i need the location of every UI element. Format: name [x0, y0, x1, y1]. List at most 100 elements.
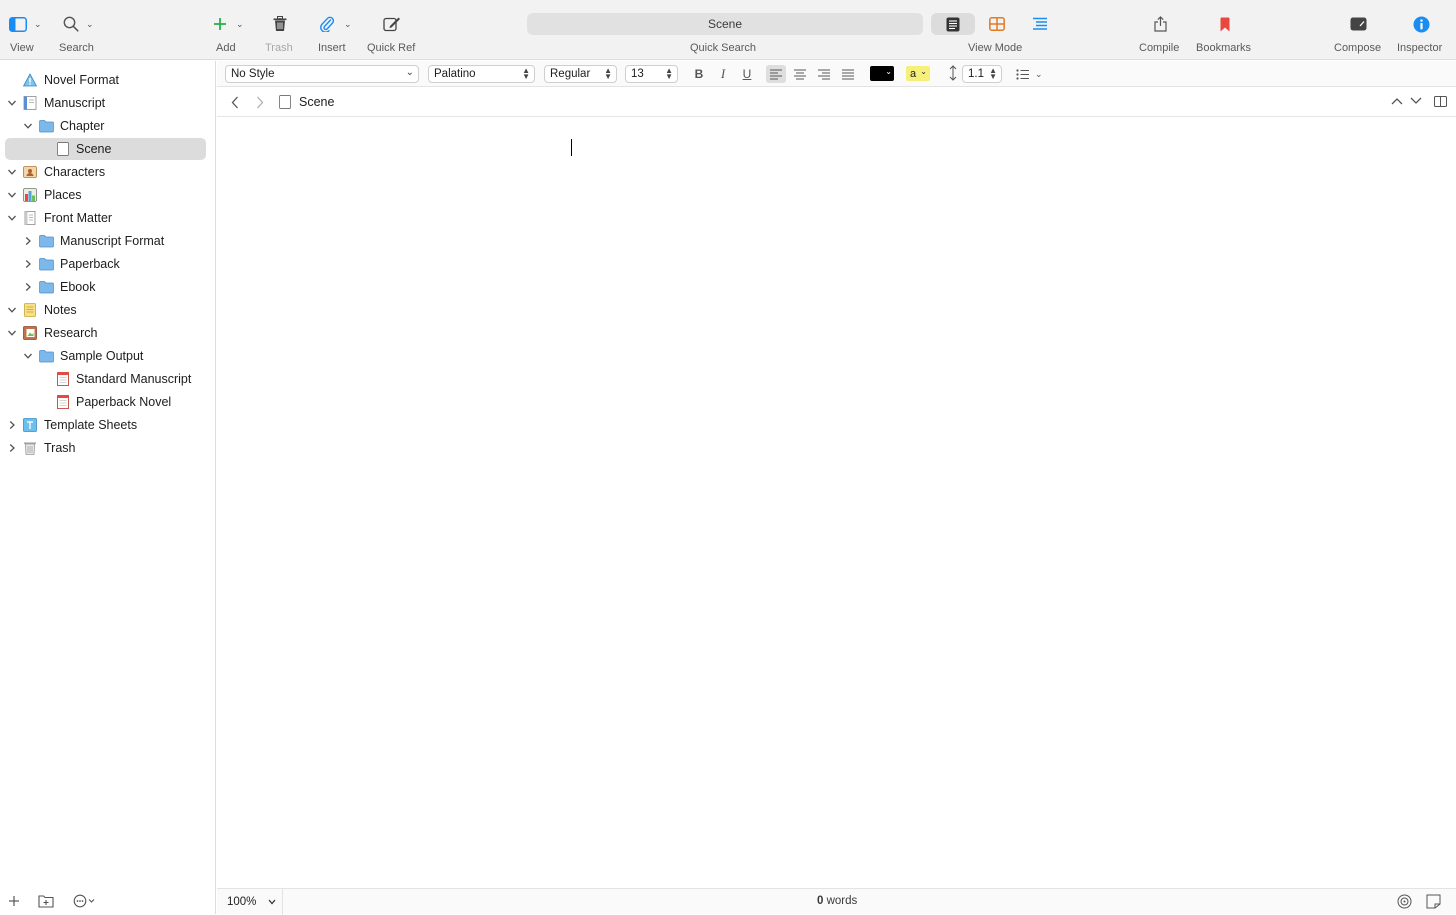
chevron-down-icon: ⌄	[344, 18, 352, 29]
back-arrow-icon[interactable]	[231, 96, 239, 109]
chevron-right-icon[interactable]	[6, 442, 18, 454]
chevron-right-icon[interactable]	[22, 281, 34, 293]
bookmarks-button[interactable]: Bookmarks	[1195, 0, 1255, 60]
binder-item-ebook[interactable]: Ebook	[0, 275, 216, 298]
chevron-down-icon[interactable]	[6, 97, 18, 109]
align-center-button[interactable]	[790, 65, 810, 83]
paragraph-style-value: No Style	[231, 68, 275, 80]
view-mode-outline-button[interactable]	[1018, 13, 1062, 35]
split-view-icon[interactable]	[1434, 96, 1447, 107]
align-left-button[interactable]	[766, 65, 786, 83]
paragraph-style-select[interactable]: No Style ⌄	[225, 65, 419, 83]
binder-item-label: Paperback Novel	[76, 394, 172, 409]
view-mode-corkboard-button[interactable]	[975, 13, 1019, 35]
document-icon	[57, 141, 69, 156]
binder-item-paperback[interactable]: Paperback	[0, 252, 216, 275]
binder-item-characters[interactable]: Characters	[0, 160, 216, 183]
binder-item-label: Sample Output	[60, 348, 144, 363]
chevron-down-icon[interactable]	[22, 350, 34, 362]
folder-icon	[39, 280, 54, 293]
word-count-value: 0	[817, 895, 824, 907]
line-spacing-select[interactable]: 1.1 ▲ ▼	[962, 65, 1002, 83]
italic-button[interactable]: I	[713, 65, 733, 83]
binder-item-label: Standard Manuscript	[76, 371, 192, 386]
align-justify-button[interactable]	[838, 65, 858, 83]
plus-icon	[214, 18, 226, 30]
note-comment-icon[interactable]	[1426, 894, 1441, 909]
text-color-button[interactable]: ⌄	[870, 66, 894, 81]
chevron-down-icon[interactable]	[6, 327, 18, 339]
binder-item-manuscript-format[interactable]: Manuscript Format	[0, 229, 216, 252]
chevron-up-icon[interactable]	[1391, 97, 1403, 105]
view-mode-document-button[interactable]	[931, 13, 975, 35]
search-label: Search	[59, 42, 94, 54]
underline-button[interactable]: U	[737, 65, 757, 83]
binder-item-sample-output[interactable]: Sample Output	[0, 344, 216, 367]
corkboard-icon	[989, 17, 1005, 31]
binder-item-novel-format[interactable]: Novel Format	[0, 68, 216, 91]
binder-item-front-matter[interactable]: Front Matter	[0, 206, 216, 229]
chevron-down-icon[interactable]	[6, 189, 18, 201]
chevron-down-icon[interactable]	[6, 212, 18, 224]
compile-button[interactable]: Compile	[1138, 0, 1184, 60]
binder-item-research[interactable]: Research	[0, 321, 216, 344]
stepper-arrows-icon: ▲ ▼	[522, 66, 530, 81]
binder-item-label: Scene	[76, 141, 112, 156]
binder-item-standard-manuscript[interactable]: Standard Manuscript	[0, 367, 216, 390]
chevron-right-icon[interactable]	[22, 235, 34, 247]
chevron-down-icon: ⌄	[1035, 68, 1043, 79]
characters-icon	[23, 165, 37, 178]
chevron-right-icon[interactable]	[22, 258, 34, 270]
binder-item-notes[interactable]: Notes	[0, 298, 216, 321]
font-size-select[interactable]: 13 ▲ ▼	[625, 65, 678, 83]
main-toolbar: ⌄ View ⌄ Search ⌄ Add Trash ⌄ Insert Qui…	[0, 0, 1456, 60]
binder-item-chapter[interactable]: Chapter	[0, 114, 216, 137]
chevron-down-icon[interactable]	[6, 304, 18, 316]
add-button[interactable]: ⌄ Add	[212, 0, 252, 60]
binder-item-places[interactable]: Places	[0, 183, 216, 206]
chevron-down-icon: ⌄	[34, 18, 42, 29]
zoom-select[interactable]: 100%	[217, 889, 283, 915]
view-button[interactable]: ⌄ View	[8, 0, 48, 60]
bulleted-list-icon	[1016, 68, 1029, 80]
add-folder-icon[interactable]	[38, 894, 54, 908]
zoom-value: 100%	[227, 896, 257, 908]
template-icon	[23, 417, 37, 432]
chevron-down-icon[interactable]	[6, 166, 18, 178]
bold-button[interactable]: B	[689, 65, 709, 83]
chevron-down-icon: ⌄	[236, 18, 244, 29]
word-count[interactable]: 0 words	[817, 895, 857, 907]
forward-arrow-icon[interactable]	[256, 96, 264, 109]
chevron-down-icon[interactable]	[1410, 97, 1422, 105]
font-weight-select[interactable]: Regular ▲ ▼	[544, 65, 617, 83]
document-title[interactable]: Scene	[299, 95, 334, 109]
chevron-down-icon: ⌄	[405, 67, 414, 78]
highlight-color-button[interactable]: a ⌄	[906, 66, 930, 81]
insert-button[interactable]: ⌄ Insert	[317, 0, 357, 60]
view-mode-label: View Mode	[968, 42, 1023, 54]
target-icon[interactable]	[1397, 894, 1412, 909]
research-icon	[23, 325, 37, 340]
chevron-right-icon[interactable]	[6, 419, 18, 431]
folder-icon	[39, 349, 54, 362]
binder-item-paperback-novel[interactable]: Paperback Novel	[0, 390, 216, 413]
search-button[interactable]: ⌄ Search	[58, 0, 102, 60]
list-style-button[interactable]: ⌄	[1016, 65, 1046, 83]
align-right-button[interactable]	[814, 65, 834, 83]
add-item-icon[interactable]	[8, 895, 20, 907]
highlight-glyph: a	[910, 67, 917, 80]
trash-button[interactable]: Trash	[264, 0, 298, 60]
chevron-down-icon[interactable]	[22, 120, 34, 132]
text-editor[interactable]	[217, 118, 1456, 888]
quick-ref-button[interactable]: Quick Ref	[366, 0, 420, 60]
binder-item-template-sheets[interactable]: Template Sheets	[0, 413, 216, 436]
line-spacing-value: 1.1	[968, 68, 984, 80]
compose-button[interactable]: Compose	[1333, 0, 1385, 60]
binder-item-trash[interactable]: Trash	[0, 436, 216, 459]
binder-item-scene[interactable]: Scene	[0, 137, 216, 160]
inspector-button[interactable]: Inspector	[1396, 0, 1448, 60]
quick-search-field[interactable]: Scene	[527, 13, 923, 35]
font-family-select[interactable]: Palatino ▲ ▼	[428, 65, 535, 83]
binder-item-manuscript[interactable]: Manuscript	[0, 91, 216, 114]
more-options-icon[interactable]	[73, 894, 97, 908]
